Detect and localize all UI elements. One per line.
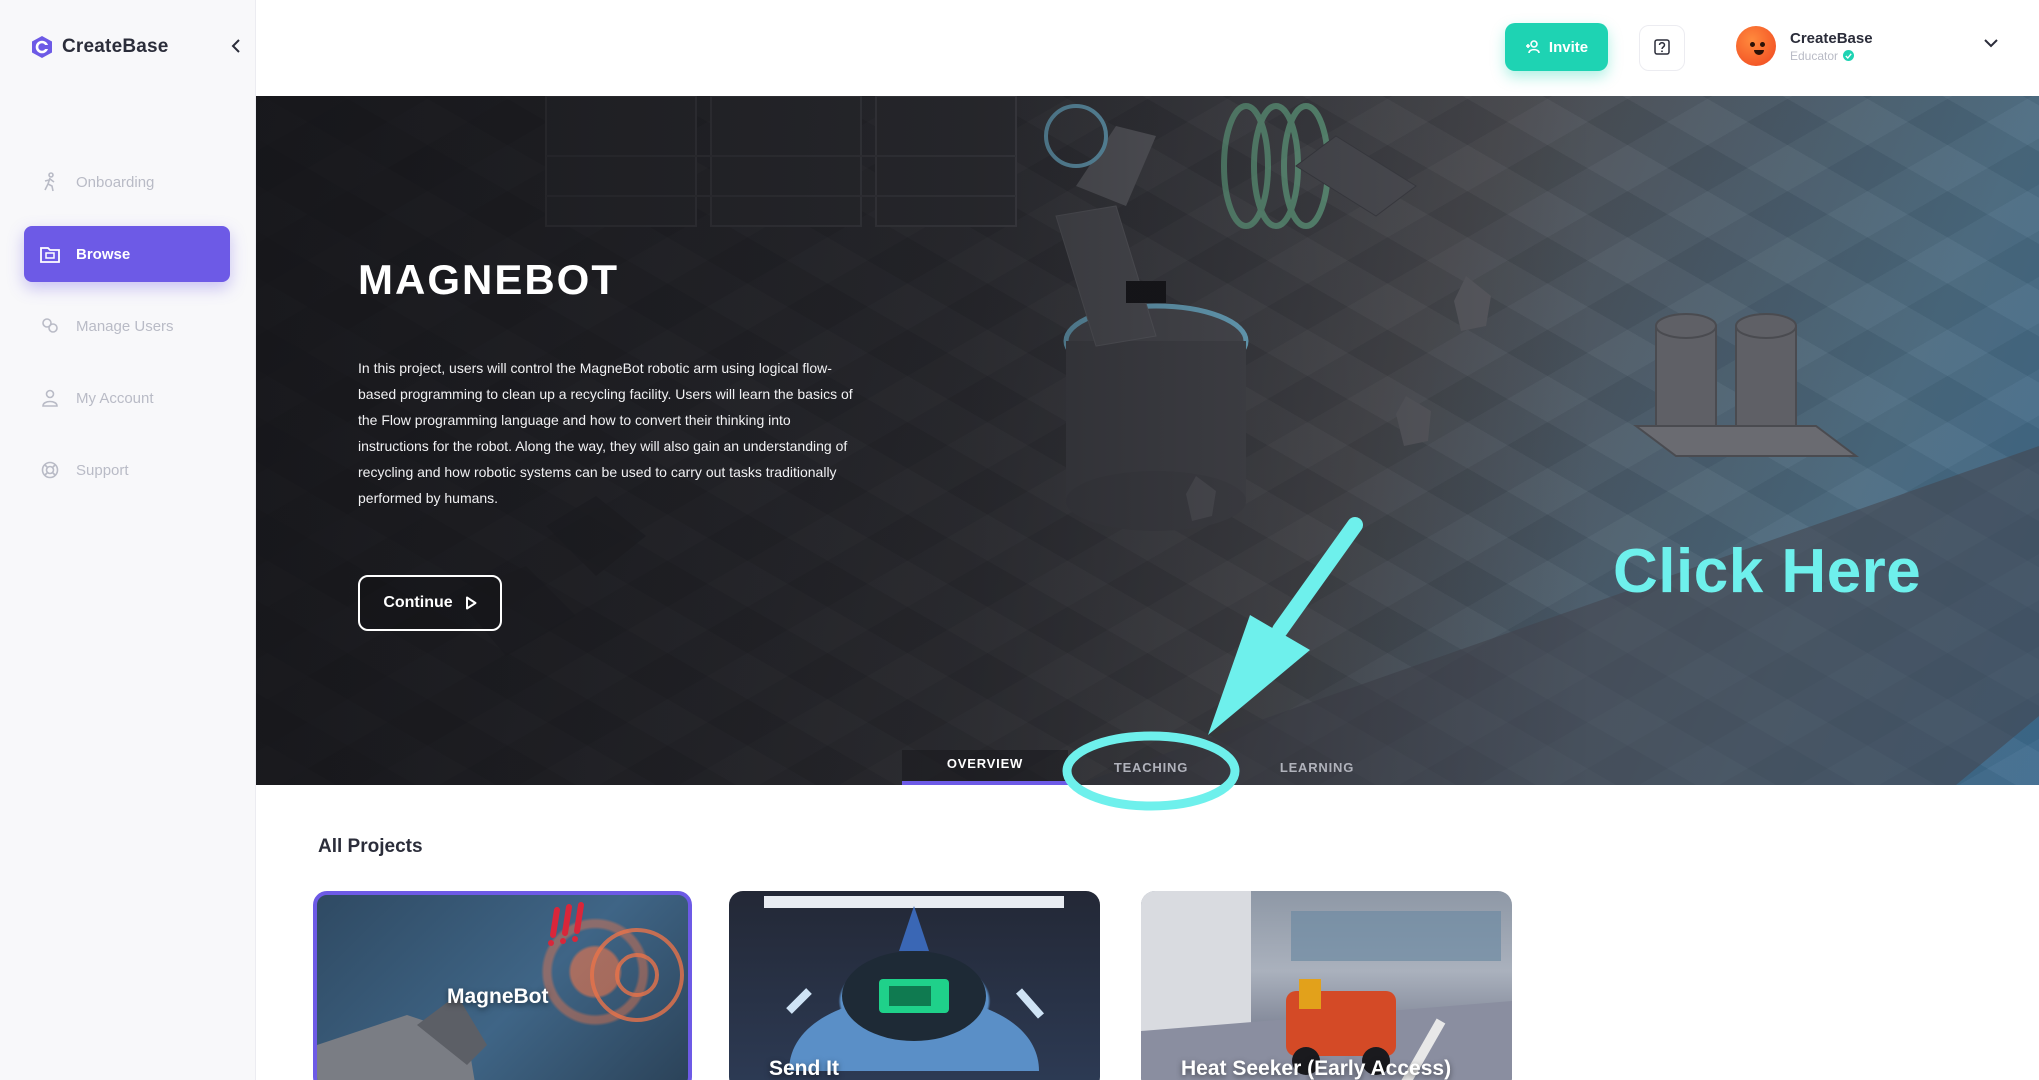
send-it-thumbnail <box>764 896 1064 1071</box>
users-icon <box>40 316 60 336</box>
invite-button[interactable]: Invite <box>1505 23 1608 71</box>
project-description: In this project, users will control the … <box>358 360 853 506</box>
lifebuoy-icon <box>40 460 60 480</box>
sidebar: CreateBase Onboarding Browse Manage User… <box>0 0 256 1080</box>
add-user-icon <box>1525 40 1540 54</box>
continue-button[interactable]: Continue <box>358 575 502 631</box>
project-card-magnebot[interactable]: MagneBot <box>313 891 692 1080</box>
verified-check-icon <box>1843 50 1855 61</box>
help-button[interactable] <box>1639 25 1685 71</box>
project-title: MAGNEBOT <box>358 256 619 303</box>
project-card-title: MagneBot <box>447 985 549 1008</box>
sidebar-item-my-account[interactable]: My Account <box>24 370 230 426</box>
sidebar-item-label: Manage Users <box>76 317 174 335</box>
project-card-title: Send It <box>769 1057 840 1080</box>
tab-learning[interactable]: LEARNING <box>1234 750 1400 785</box>
annotation-text: Click Here <box>1613 537 1922 606</box>
user-icon <box>40 388 60 408</box>
walking-person-icon <box>40 172 60 192</box>
user-role-row: Educator <box>1790 49 1873 63</box>
sidebar-item-label: Support <box>76 461 129 479</box>
user-name: CreateBase <box>1790 29 1873 47</box>
createbase-logo-icon <box>32 36 52 58</box>
collapse-sidebar-button[interactable] <box>226 36 246 56</box>
sidebar-item-label: Browse <box>76 245 131 263</box>
sidebar-item-support[interactable]: Support <box>24 442 230 498</box>
top-header: Invite CreateBase Educator <box>256 0 2039 96</box>
chevron-left-icon <box>231 39 240 53</box>
user-role: Educator <box>1790 48 1839 63</box>
sidebar-item-manage-users[interactable]: Manage Users <box>24 298 230 354</box>
invite-label: Invite <box>1548 38 1589 56</box>
sidebar-item-browse[interactable]: Browse <box>24 226 230 282</box>
help-icon <box>1654 39 1670 55</box>
tab-teaching[interactable]: TEACHING <box>1068 750 1234 785</box>
project-tabs: OVERVIEW TEACHING LEARNING <box>902 750 1400 785</box>
avatar <box>1736 26 1776 66</box>
project-hero: MAGNEBOT In this project, users will con… <box>256 96 2039 785</box>
sidebar-nav: Onboarding Browse Manage Users My Accoun… <box>24 154 230 514</box>
project-card-heat-seeker[interactable]: Heat Seeker (Early Access) <box>1141 891 1512 1080</box>
brand-name: CreateBase <box>62 36 169 57</box>
chevron-down-icon[interactable] <box>1984 38 1998 48</box>
project-card-send-it[interactable]: Send It <box>729 891 1100 1080</box>
sidebar-item-onboarding[interactable]: Onboarding <box>24 154 230 210</box>
heat-seeker-thumbnail <box>1141 891 1512 1080</box>
folder-icon <box>40 244 60 264</box>
sidebar-item-label: Onboarding <box>76 173 155 191</box>
project-card-title: Heat Seeker (Early Access) <box>1181 1057 1452 1080</box>
all-projects-heading: All Projects <box>318 836 423 857</box>
play-icon <box>465 596 477 610</box>
tab-overview[interactable]: OVERVIEW <box>902 750 1068 785</box>
continue-label: Continue <box>383 594 453 611</box>
brand[interactable]: CreateBase <box>30 35 169 59</box>
sidebar-item-label: My Account <box>76 389 154 407</box>
user-menu[interactable]: CreateBase Educator <box>1736 26 1873 66</box>
